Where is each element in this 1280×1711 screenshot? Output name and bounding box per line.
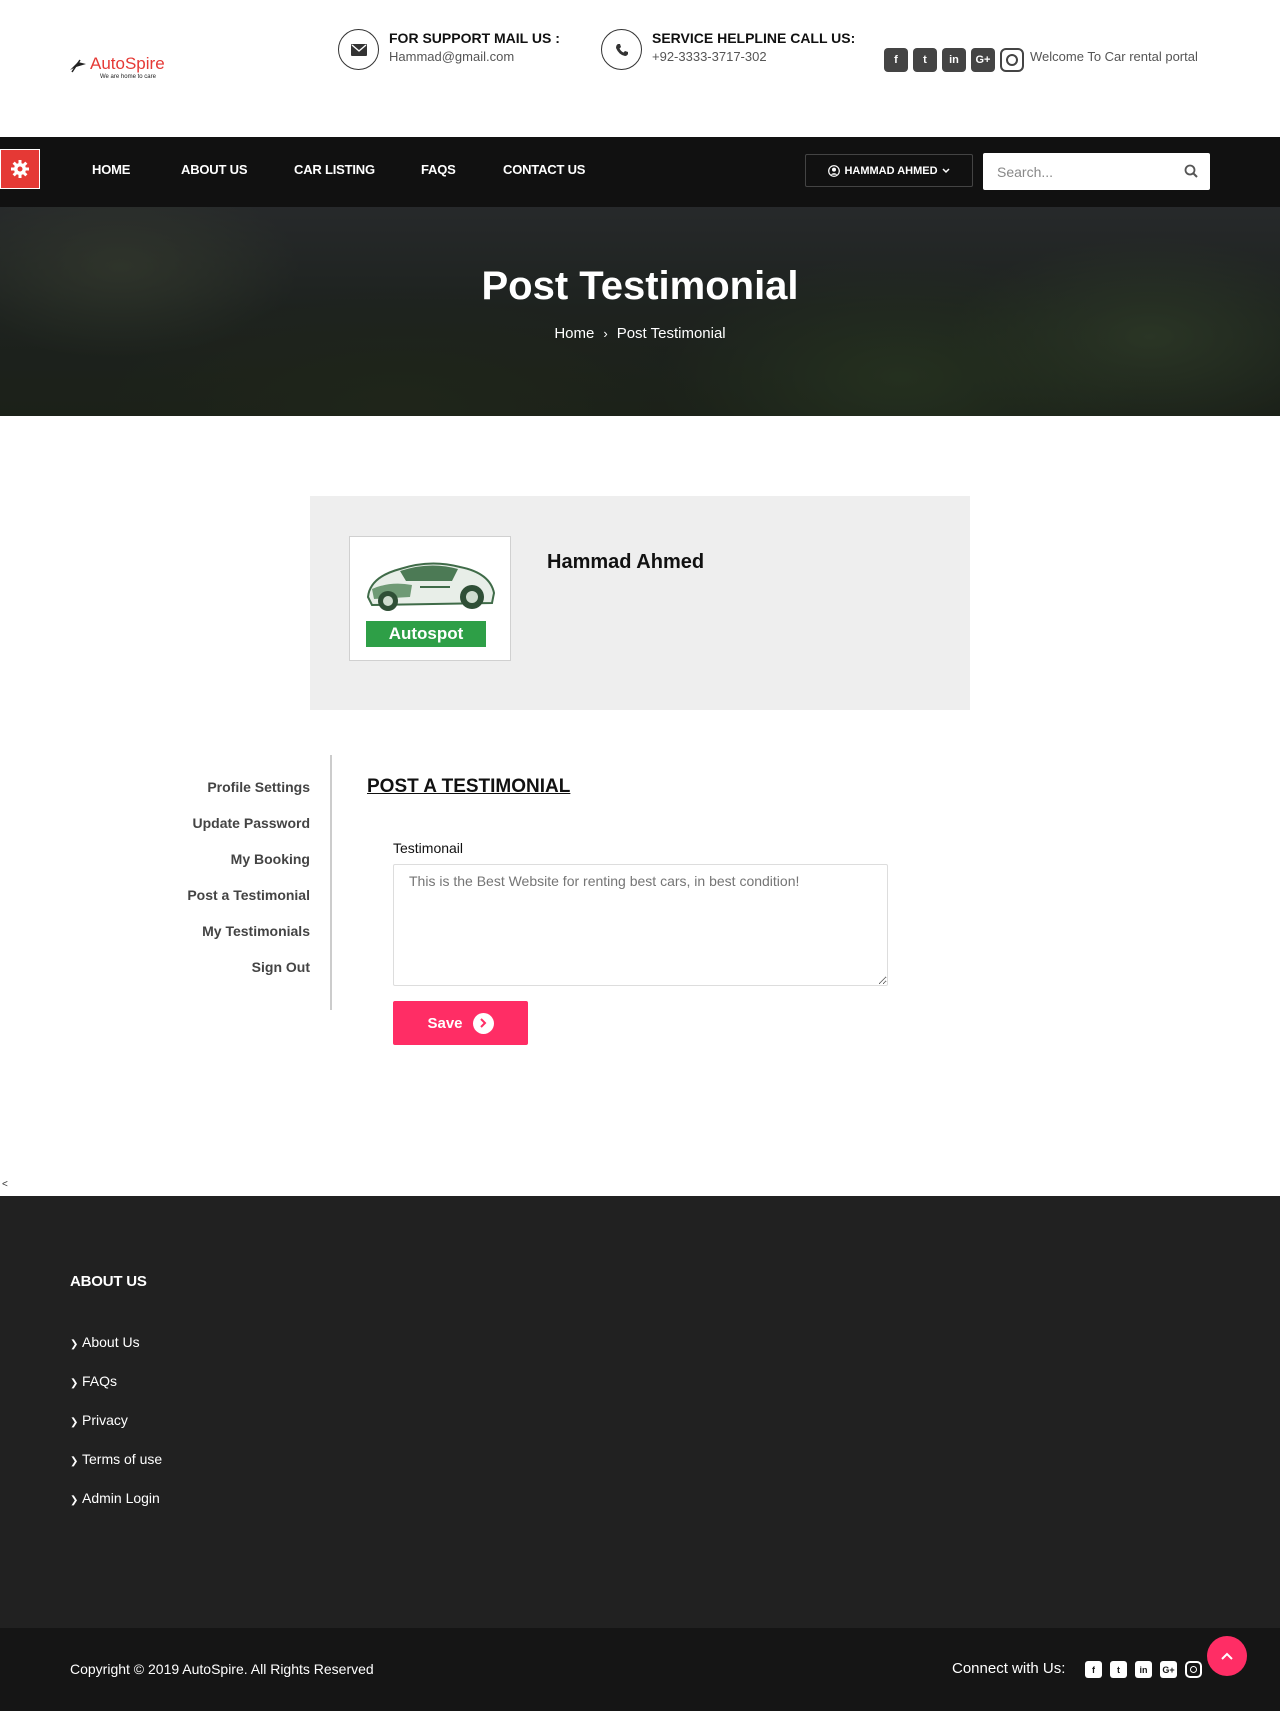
instagram-icon[interactable] (1000, 48, 1024, 72)
chevron-right-icon: ❯ (70, 1456, 79, 1467)
side-item-my-booking[interactable]: My Booking (231, 851, 310, 867)
chevron-down-icon (942, 167, 950, 173)
car-image (366, 562, 496, 611)
google-plus-icon[interactable]: G+ (1160, 1661, 1177, 1678)
side-item-my-testimonials[interactable]: My Testimonials (202, 923, 310, 939)
main-nav: HOME ABOUT US CAR LISTING FAQS CONTACT U… (0, 137, 1280, 207)
side-item-profile-settings[interactable]: Profile Settings (207, 779, 310, 795)
nav-faqs[interactable]: FAQS (421, 162, 456, 177)
chevron-right-icon: › (603, 326, 608, 341)
social-links: f t in G+ (884, 48, 1024, 72)
top-header: AutoSpire We are home to care FOR SUPPOR… (0, 0, 1280, 137)
footer-link-label: Terms of use (82, 1451, 163, 1467)
support-email[interactable]: Hammad@gmail.com (389, 49, 514, 64)
footer-link-label: Privacy (82, 1412, 128, 1428)
linkedin-icon[interactable]: in (942, 48, 966, 72)
page-title: Post Testimonial (481, 264, 799, 308)
linkedin-icon[interactable]: in (1135, 1661, 1152, 1678)
footer-bottom: Copyright © 2019 AutoSpire. All Rights R… (0, 1628, 1280, 1711)
account-side-menu: Profile Settings Update Password My Book… (120, 755, 332, 1010)
instagram-icon[interactable] (1185, 1661, 1202, 1678)
save-label: Save (427, 1014, 463, 1032)
copyright: Copyright © 2019 AutoSpire. All Rights R… (70, 1661, 374, 1677)
form-title: POST A TESTIMONIAL (367, 776, 571, 797)
side-item-post-testimonial[interactable]: Post a Testimonial (187, 887, 310, 903)
footer-heading: ABOUT US (70, 1273, 147, 1290)
arrow-right-icon (472, 1012, 494, 1034)
chevron-right-icon: ❯ (70, 1378, 79, 1389)
twitter-icon[interactable]: t (1110, 1661, 1127, 1678)
user-circle-icon (828, 164, 841, 177)
logo-mark-icon (70, 59, 86, 73)
side-item-sign-out[interactable]: Sign Out (252, 959, 310, 975)
helpline: SERVICE HELPLINE CALL US: +92-3333-3717-… (601, 29, 861, 71)
helpline-label: SERVICE HELPLINE CALL US: (652, 30, 856, 46)
footer-link-privacy[interactable]: ❯ Privacy (70, 1412, 128, 1428)
footer-link-faqs[interactable]: ❯ FAQs (70, 1373, 117, 1389)
logo-text: AutoSpire (90, 54, 165, 73)
nav-home[interactable]: HOME (92, 162, 130, 177)
nav-car-listing[interactable]: CAR LISTING (294, 162, 375, 177)
logo[interactable]: AutoSpire We are home to care (68, 54, 178, 84)
back-to-top-button[interactable] (1207, 1636, 1247, 1676)
gear-icon[interactable] (0, 149, 40, 189)
breadcrumb: Home › Post Testimonial (0, 325, 1280, 342)
envelope-icon (338, 29, 379, 70)
search-input[interactable] (983, 153, 1173, 190)
support-mail: FOR SUPPORT MAIL US : Hammad@gmail.com (338, 29, 578, 71)
footer-link-about-us[interactable]: ❯ About Us (70, 1334, 140, 1350)
breadcrumb-home[interactable]: Home (554, 325, 594, 342)
chevron-right-icon: ❯ (70, 1495, 79, 1506)
chevron-right-icon: ❯ (70, 1339, 79, 1350)
nav-about-us[interactable]: ABOUT US (181, 162, 247, 177)
welcome-text: Welcome To Car rental portal (1030, 49, 1198, 64)
side-item-update-password[interactable]: Update Password (193, 815, 310, 831)
user-name: HAMMAD AHMED (844, 164, 938, 177)
facebook-icon[interactable]: f (1085, 1661, 1102, 1678)
testimonial-textarea[interactable] (393, 864, 888, 986)
footer-link-label: FAQs (82, 1373, 118, 1389)
save-button[interactable]: Save (393, 1001, 528, 1045)
profile-name: Hammad Ahmed (547, 551, 705, 573)
footer-link-label: About Us (82, 1334, 140, 1350)
footer-social-links: f t in G+ (1085, 1661, 1202, 1678)
search-box (983, 153, 1210, 190)
chevron-up-icon (1221, 1652, 1233, 1660)
page-banner: Post Testimonial Home › Post Testimonial (0, 207, 1280, 416)
helpline-phone[interactable]: +92-3333-3717-302 (652, 49, 767, 64)
connect-label: Connect with Us: (952, 1660, 1066, 1677)
support-label: FOR SUPPORT MAIL US : (389, 30, 560, 46)
twitter-icon[interactable]: t (913, 48, 937, 72)
breadcrumb-current: Post Testimonial (616, 325, 726, 342)
avatar-badge: Autospot (366, 621, 486, 647)
chevron-right-icon: ❯ (70, 1417, 79, 1428)
search-icon[interactable] (1183, 163, 1200, 180)
avatar: Autospot (349, 536, 511, 661)
google-plus-icon[interactable]: G+ (971, 48, 995, 72)
profile-card: Autospot Hammad Ahmed (310, 496, 970, 710)
user-menu-button[interactable]: HAMMAD AHMED (805, 154, 973, 187)
facebook-icon[interactable]: f (884, 48, 908, 72)
testimonial-label: Testimonail (393, 840, 464, 856)
stray-text: < (2, 1179, 8, 1190)
footer-link-terms[interactable]: ❯ Terms of use (70, 1451, 162, 1467)
logo-tagline: We are home to care (100, 74, 156, 80)
footer: ABOUT US ❯ About Us ❯ FAQs ❯ Privacy ❯ Terms… (0, 1196, 1280, 1628)
footer-link-label: Admin Login (82, 1490, 160, 1506)
phone-icon (601, 29, 642, 70)
nav-contact-us[interactable]: CONTACT US (503, 162, 585, 177)
footer-link-admin-login[interactable]: ❯ Admin Login (70, 1490, 160, 1506)
